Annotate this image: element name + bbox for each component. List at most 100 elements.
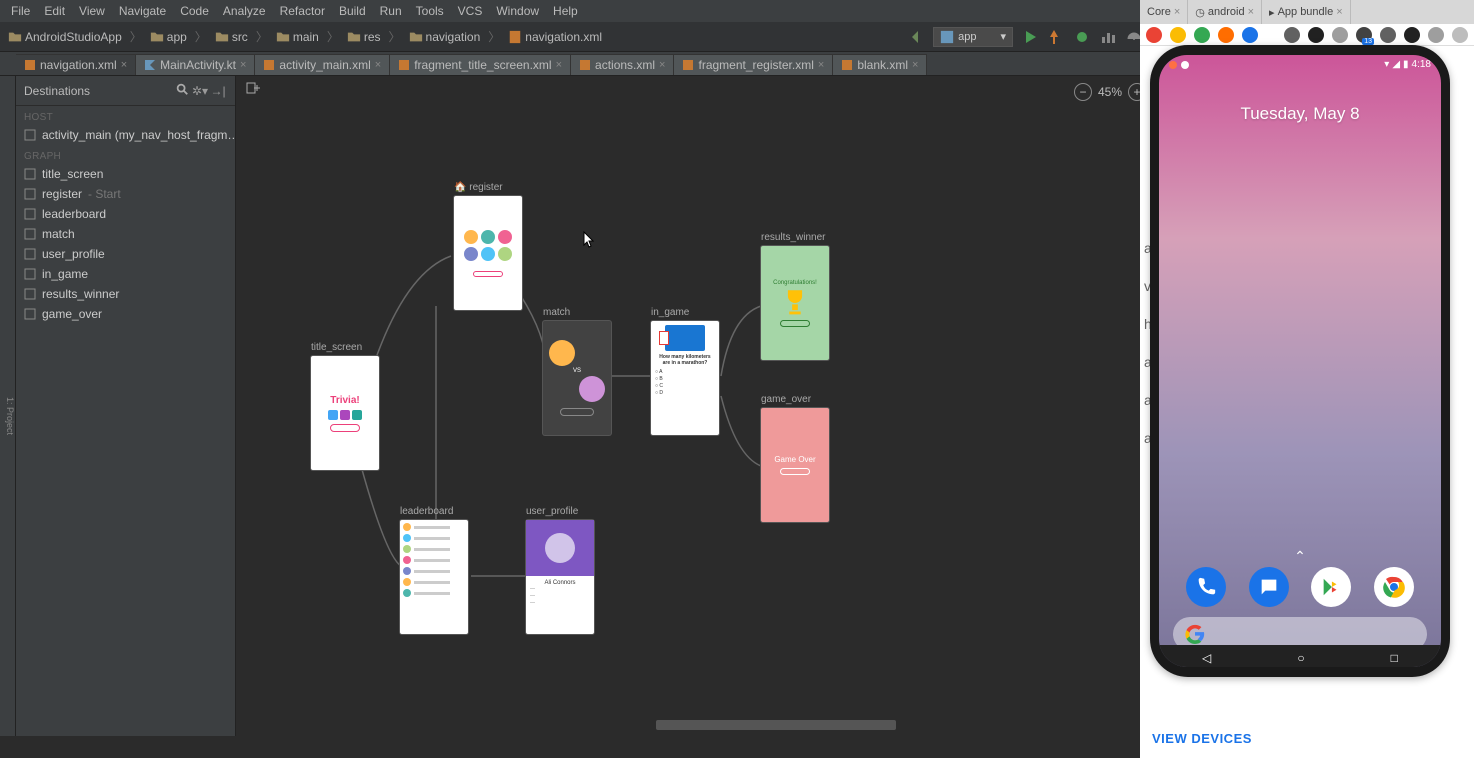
tab-register[interactable]: fragment_register.xml× [674,54,833,75]
menu-file[interactable]: File [4,4,37,18]
menu-window[interactable]: Window [489,4,546,18]
menu-tools[interactable]: Tools [409,4,451,18]
close-icon[interactable]: × [1336,6,1342,18]
list-item[interactable]: title_screen [16,164,235,184]
close-icon[interactable]: × [1174,6,1180,18]
project-tool-label[interactable]: 1: Project [5,397,15,435]
fragment-icon [24,188,36,200]
chevron-up-icon[interactable]: ⌃ [1294,548,1306,565]
list-item[interactable]: results_winner [16,284,235,304]
recents-button[interactable]: □ [1391,651,1398,665]
navigation-graph[interactable]: − 45% + ⟳ ! title_screen Trivia! [236,76,1208,736]
browser-tab[interactable]: ◷android× [1188,0,1262,24]
avatar[interactable] [1452,27,1468,43]
app-icon[interactable] [1332,27,1348,43]
messages-app-icon[interactable] [1249,567,1289,607]
list-item[interactable]: game_over [16,304,235,324]
close-icon[interactable]: × [121,59,127,71]
node-leaderboard[interactable]: leaderboard [400,520,468,634]
tab-mainactivity[interactable]: MainActivity.kt× [136,54,255,75]
run-icon[interactable] [1021,28,1039,46]
app-icon[interactable] [1308,27,1324,43]
node-in-game[interactable]: in_game How many kilometers are in a mar… [651,321,719,435]
home-button[interactable]: ○ [1297,651,1304,665]
app-icon[interactable] [1428,27,1444,43]
search-icon[interactable] [173,82,191,99]
menu-refactor[interactable]: Refactor [273,4,332,18]
browser-tab[interactable]: Core× [1140,0,1188,24]
close-icon[interactable]: × [912,59,918,71]
crumb-navigation[interactable]: navigation [405,28,485,46]
menu-build[interactable]: Build [332,4,373,18]
node-game-over[interactable]: game_over Game Over [761,408,829,522]
close-icon[interactable]: × [1248,6,1254,18]
tab-blank[interactable]: blank.xml× [833,54,927,75]
collapse-icon[interactable]: →| [209,84,227,98]
tab-activitymain[interactable]: activity_main.xml× [255,54,390,75]
app-icon[interactable] [1170,27,1186,43]
list-item[interactable]: leaderboard [16,204,235,224]
trophy-icon [778,286,812,320]
module-selector[interactable]: app ▾ [933,27,1013,47]
menu-code[interactable]: Code [173,4,216,18]
gear-icon[interactable]: ✲▾ [191,84,209,98]
tab-navigation[interactable]: navigation.xml× [16,54,136,75]
node-label: 🏠 register [454,182,503,193]
menu-navigate[interactable]: Navigate [112,4,173,18]
folder-icon [409,30,423,44]
apply-changes-icon[interactable] [1047,28,1065,46]
back-arrow-icon[interactable] [907,28,925,46]
host-item[interactable]: activity_main (my_nav_host_fragm… [16,125,235,145]
node-match[interactable]: match VS [543,321,611,435]
close-icon[interactable]: × [556,59,562,71]
node-register[interactable]: 🏠 register [454,196,522,310]
app-icon[interactable] [1194,27,1210,43]
play-store-icon[interactable] [1311,567,1351,607]
menu-view[interactable]: View [72,4,112,18]
crumb-res[interactable]: res [343,28,385,46]
close-icon[interactable]: × [375,59,381,71]
menu-analyze[interactable]: Analyze [216,4,273,18]
app-icon[interactable]: 13 [1356,27,1372,43]
tab-titlescreen[interactable]: fragment_title_screen.xml × [390,54,571,75]
crumb-main[interactable]: main [272,28,323,46]
left-tool-strip[interactable]: 1: Project Captures 7: Structure Build V… [0,76,16,736]
back-button[interactable]: ◁ [1202,651,1211,665]
crumb-file[interactable]: navigation.xml [504,28,606,46]
profile-icon[interactable] [1099,28,1117,46]
app-icon[interactable] [1284,27,1300,43]
close-icon[interactable]: × [818,59,824,71]
browser-tab[interactable]: ▸App bundle× [1262,0,1351,24]
tab-actions[interactable]: actions.xml× [571,54,674,75]
app-icon[interactable] [1218,27,1234,43]
node-title-screen[interactable]: title_screen Trivia! [311,356,379,470]
phone-screen[interactable]: ▾ ◢ ▮ 4:18 Tuesday, May 8 ⌃ ◁ ○ □ [1159,55,1441,667]
folder-icon [276,30,290,44]
app-icon[interactable] [1380,27,1396,43]
menu-help[interactable]: Help [546,4,585,18]
chrome-icon[interactable] [1374,567,1414,607]
menu-vcs[interactable]: VCS [451,4,490,18]
debug-icon[interactable] [1073,28,1091,46]
close-icon[interactable]: × [659,59,665,71]
menu-edit[interactable]: Edit [37,4,72,18]
list-item[interactable]: user_profile [16,244,235,264]
tab-label: fragment_title_screen.xml [414,58,551,72]
node-user-profile[interactable]: user_profile Ali Connors ——— [526,520,594,634]
node-results-winner[interactable]: results_winner Congratulations! [761,246,829,360]
crumb-src[interactable]: src [211,28,252,46]
view-devices-link[interactable]: VIEW DEVICES [1152,731,1252,746]
app-icon[interactable] [1242,27,1258,43]
list-item[interactable]: in_game [16,264,235,284]
crumb-app[interactable]: app [146,28,191,46]
horizontal-scrollbar[interactable] [656,720,896,730]
phone-app-icon[interactable] [1186,567,1226,607]
close-icon[interactable]: × [240,59,246,71]
menu-run[interactable]: Run [373,4,409,18]
crumb-project[interactable]: AndroidStudioApp [4,28,126,46]
list-item[interactable]: match [16,224,235,244]
app-icon[interactable] [1146,27,1162,43]
app-icon[interactable] [1404,27,1420,43]
destinations-title: Destinations [24,84,173,98]
list-item[interactable]: register - Start [16,184,235,204]
